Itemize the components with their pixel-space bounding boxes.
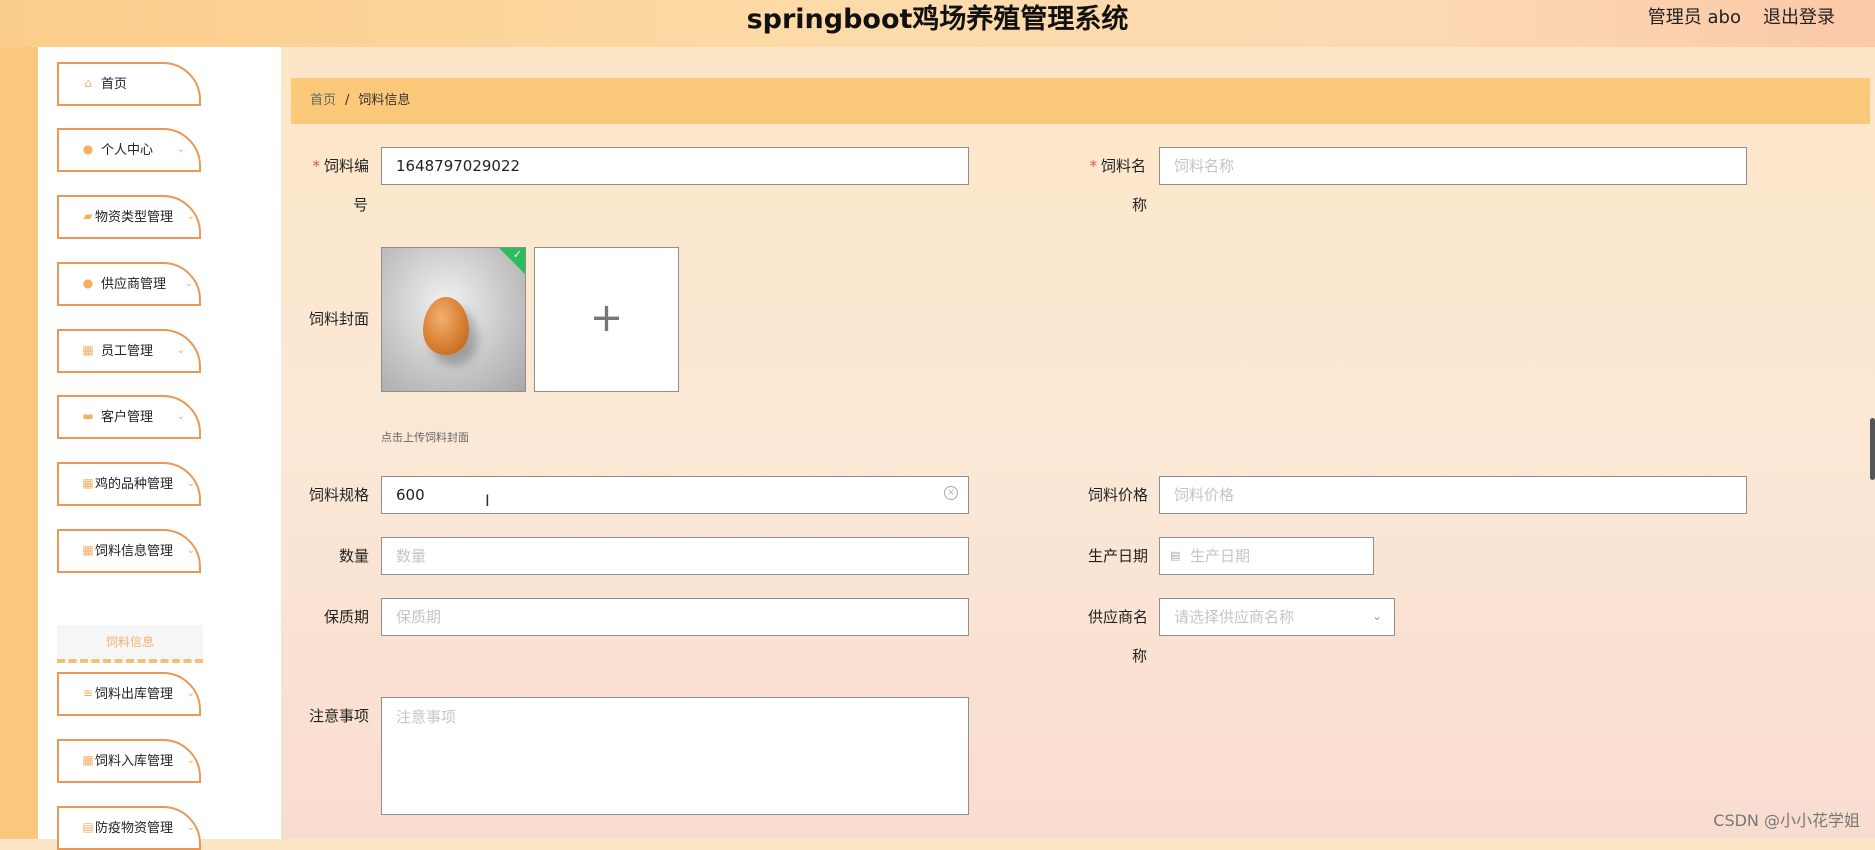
sidebar-item-epidemic-supplies[interactable]: ▤ 防疫物资管理 ⌄ <box>57 806 201 850</box>
sidebar-item-label: 饲料出库管理 <box>95 687 174 702</box>
text-cursor-icon: I <box>485 491 490 510</box>
sidebar-item-personal-center[interactable]: ● 个人中心 ⌄ <box>57 128 201 172</box>
upload-add-button[interactable]: + <box>534 247 679 392</box>
sidebar-item-home[interactable]: ⌂ 首页 <box>57 62 201 106</box>
chevron-down-icon: ⌄ <box>186 545 195 556</box>
required-mark: * <box>1089 157 1097 175</box>
briefcase-icon: ▬ <box>82 409 94 423</box>
sidebar-item-label: 客户管理 <box>101 410 154 425</box>
chevron-down-icon: ⌄ <box>176 411 185 422</box>
required-mark: * <box>312 157 320 175</box>
sidebar-item-label: 供应商管理 <box>101 277 167 292</box>
page-scrollbar[interactable] <box>1870 418 1875 480</box>
feed-code-label-wrap: 号 <box>353 196 369 214</box>
sidebar-item-feed-inbound[interactable]: ▦ 饲料入库管理 ⌄ <box>57 739 201 783</box>
sidebar-item-label: 物资类型管理 <box>95 210 174 225</box>
home-icon: ⌂ <box>84 76 92 90</box>
breadcrumb: 首页 / 饲料信息 <box>291 78 1870 124</box>
feed-name-label-wrap: 称 <box>1132 196 1148 214</box>
sidebar-item-label: 饲料信息管理 <box>95 544 174 559</box>
feed-spec-label: 饲料规格 <box>308 486 369 504</box>
user-icon: ● <box>82 142 94 156</box>
breadcrumb-current: 饲料信息 <box>358 93 411 108</box>
sliders-icon: ≡ <box>82 686 94 700</box>
plus-icon: + <box>589 295 624 341</box>
shelf-life-input[interactable] <box>381 598 969 636</box>
feed-price-label: 饲料价格 <box>1087 486 1148 504</box>
grid-icon: ▦ <box>82 543 94 557</box>
sidebar-item-chicken-breeds[interactable]: ▦ 鸡的品种管理 ⌄ <box>57 462 201 506</box>
location-icon: ● <box>82 276 94 290</box>
feed-price-input[interactable] <box>1159 476 1747 514</box>
quantity-input[interactable] <box>381 537 969 575</box>
chevron-down-icon: ⌄ <box>184 278 193 289</box>
feed-name-label: * 饲料名 <box>1089 157 1146 175</box>
chevron-down-icon: ⌄ <box>1372 609 1383 623</box>
production-date-input[interactable] <box>1159 537 1374 575</box>
sidebar: ⌂ 首页 ● 个人中心 ⌄ ▰ 物资类型管理 ⌄ ● 供应商管理 ⌄ ▦ 员工管… <box>38 47 281 850</box>
sidebar-item-label: 饲料入库管理 <box>95 754 174 769</box>
production-date-label: 生产日期 <box>1087 547 1148 565</box>
document-icon: ▤ <box>82 820 94 834</box>
supplier-select[interactable] <box>1159 598 1395 636</box>
sidebar-edge <box>0 47 38 839</box>
grid-icon: ▦ <box>82 343 94 357</box>
breadcrumb-separator: / <box>345 93 350 108</box>
check-icon: ✓ <box>512 248 522 261</box>
feed-name-input[interactable] <box>1159 147 1747 185</box>
shelf-life-label: 保质期 <box>323 608 369 626</box>
feed-spec-input[interactable] <box>381 476 969 514</box>
uploaded-cover-image[interactable]: ✓ <box>381 247 526 392</box>
sidebar-item-suppliers[interactable]: ● 供应商管理 ⌄ <box>57 262 201 306</box>
sidebar-item-feed-info[interactable]: ▦ 饲料信息管理 ⌄ <box>57 529 201 573</box>
grid-icon: ▦ <box>82 476 94 490</box>
notes-textarea[interactable] <box>381 697 969 815</box>
chevron-down-icon: ⌄ <box>176 144 185 155</box>
folder-icon: ▰ <box>83 209 93 223</box>
egg-image <box>423 297 469 355</box>
feed-code-input[interactable] <box>381 147 969 185</box>
calendar-icon: ▤ <box>1170 549 1181 562</box>
supplier-name-label: 供应商名 <box>1087 608 1148 626</box>
sidebar-item-label: 防疫物资管理 <box>95 821 174 836</box>
sidebar-item-label: 首页 <box>101 77 128 92</box>
quantity-label: 数量 <box>338 547 369 565</box>
grid-icon: ▦ <box>82 753 94 767</box>
sidebar-item-label: 员工管理 <box>101 344 154 359</box>
sidebar-item-feed-outbound[interactable]: ≡ 饲料出库管理 ⌄ <box>57 672 201 716</box>
breadcrumb-home[interactable]: 首页 <box>310 93 336 108</box>
chevron-down-icon: ⌄ <box>186 478 195 489</box>
sidebar-item-label: 个人中心 <box>101 143 154 158</box>
user-info: 管理员 abo <box>1647 7 1741 28</box>
logout-link[interactable]: 退出登录 <box>1763 0 1835 36</box>
notes-label: 注意事项 <box>308 707 369 725</box>
clear-icon[interactable]: × <box>944 486 958 500</box>
sidebar-item-label: 鸡的品种管理 <box>95 477 174 492</box>
feed-code-label: * 饲料编 <box>312 157 369 175</box>
sidebar-item-customers[interactable]: ▬ 客户管理 ⌄ <box>57 395 201 439</box>
sidebar-subitem-feed-info[interactable]: 饲料信息 <box>57 625 203 663</box>
chevron-down-icon: ⌄ <box>176 345 185 356</box>
watermark: CSDN @小小花学姐 <box>1713 811 1860 830</box>
sidebar-item-employees[interactable]: ▦ 员工管理 ⌄ <box>57 329 201 373</box>
supplier-name-label-wrap: 称 <box>1132 647 1148 665</box>
chevron-down-icon: ⌄ <box>186 688 195 699</box>
chevron-down-icon: ⌄ <box>186 211 195 222</box>
chevron-down-icon: ⌄ <box>186 822 195 833</box>
chevron-down-icon: ⌄ <box>186 755 195 766</box>
upload-hint: 点击上传饲料封面 <box>381 431 469 444</box>
app-title: springboot鸡场养殖管理系统 <box>746 4 1129 35</box>
sidebar-item-material-types[interactable]: ▰ 物资类型管理 ⌄ <box>57 195 201 239</box>
feed-cover-label: 饲料封面 <box>308 310 369 328</box>
